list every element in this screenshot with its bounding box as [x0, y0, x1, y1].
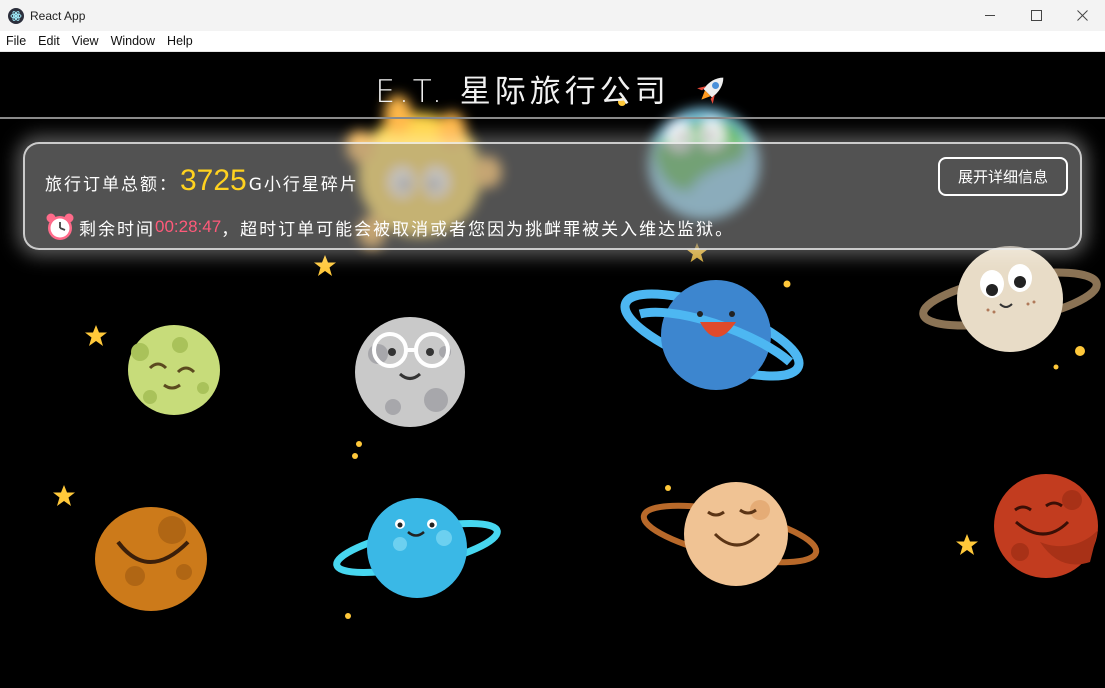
order-total-row: 旅行订单总额： 3725 G小行星碎片: [45, 164, 359, 198]
order-amount: 3725: [180, 164, 247, 197]
order-unit: G小行星碎片: [248, 175, 359, 195]
order-total-label: 旅行订单总额：: [45, 175, 178, 195]
star-icon: [956, 534, 978, 555]
star-icon: [53, 485, 75, 506]
orange-planet: [95, 507, 207, 611]
order-info-card: 旅行订单总额： 3725 G小行星碎片 剩余时间 00:28:47 ，超时订单可…: [23, 142, 1082, 250]
cyan-ringed-planet: [333, 498, 501, 598]
minimize-button[interactable]: [967, 0, 1013, 31]
red-planet: [994, 474, 1098, 578]
maximize-icon: [1030, 10, 1042, 21]
star-icon: [85, 325, 107, 346]
countdown-timer: 00:28:47: [155, 217, 222, 236]
peach-ringed-planet: [640, 482, 820, 586]
close-icon: [1076, 10, 1088, 21]
menu-file[interactable]: File: [0, 31, 32, 52]
header-divider: [0, 117, 1105, 119]
time-label: 剩余时间: [79, 219, 155, 240]
beige-ringed-planet: [919, 246, 1101, 352]
menu-help[interactable]: Help: [161, 31, 199, 52]
timeout-warning: ，超时订单可能会被取消或者您因为挑衅罪被关入维达监狱。: [221, 219, 735, 240]
menu-bar: File Edit View Window Help: [0, 31, 1105, 52]
expand-details-button[interactable]: 展开详细信息: [938, 157, 1068, 196]
maximize-button[interactable]: [1013, 0, 1059, 31]
menu-view[interactable]: View: [66, 31, 105, 52]
app-root: E.T. 星际旅行公司 旅行订单总额： 3725 G小行星碎片 剩余时间 00:…: [0, 52, 1105, 688]
rocket-icon: [696, 77, 723, 104]
page-title: E.T. 星际旅行公司: [0, 66, 1105, 111]
electron-app-icon: [8, 7, 24, 24]
window-titlebar: React App: [0, 0, 1105, 31]
blue-ringed-planet: [620, 280, 804, 390]
menu-window[interactable]: Window: [105, 31, 161, 52]
close-button[interactable]: [1059, 0, 1105, 31]
menu-edit[interactable]: Edit: [32, 31, 66, 52]
page-title-text: E.T. 星际旅行公司: [375, 74, 670, 110]
window-title: React App: [30, 8, 86, 23]
time-remaining-row: 剩余时间 00:28:47 ，超时订单可能会被取消或者您因为挑衅罪被关入维达监狱…: [45, 212, 734, 242]
moon-planet: [355, 317, 465, 427]
alarm-clock-icon: [46, 213, 74, 240]
green-planet: [128, 325, 220, 415]
minimize-icon: [984, 15, 995, 16]
